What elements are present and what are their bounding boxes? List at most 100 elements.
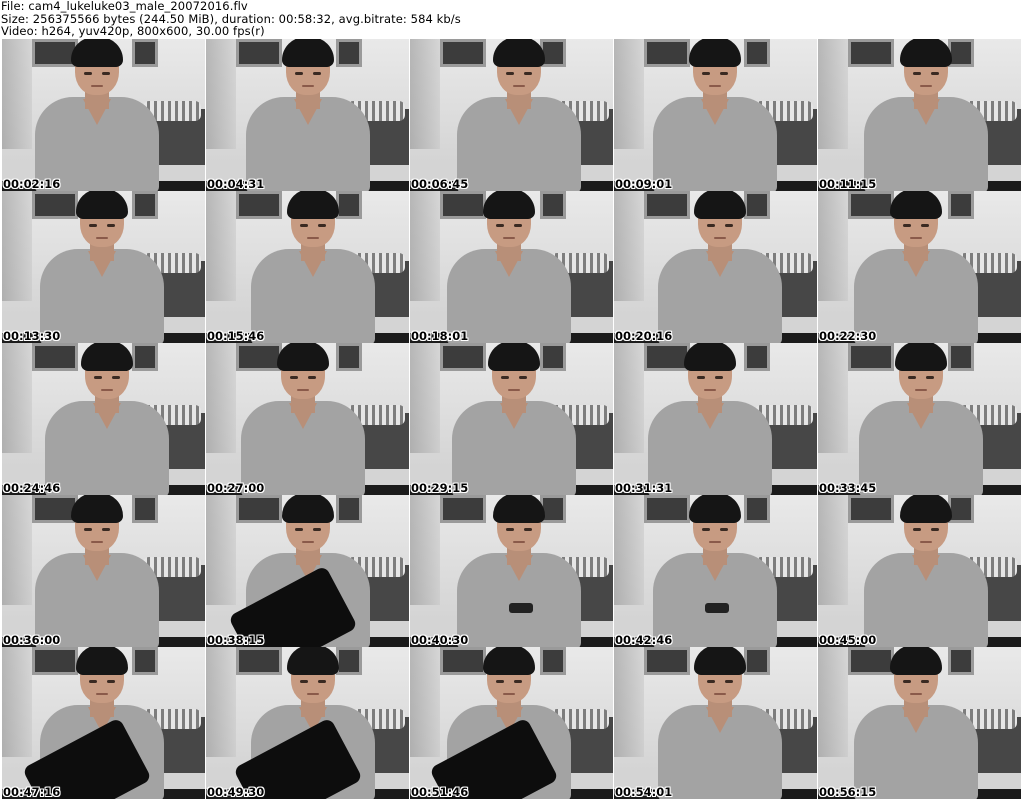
black-cap	[688, 39, 741, 67]
eye	[312, 72, 321, 75]
eye	[696, 376, 705, 379]
window	[644, 191, 690, 219]
wall-shadow	[614, 191, 644, 301]
thumbnail-timestamp: 00:15:46	[207, 329, 265, 343]
black-cap	[75, 647, 128, 675]
eye	[518, 376, 527, 379]
mouth	[914, 389, 927, 391]
window	[336, 495, 362, 523]
window	[948, 343, 974, 371]
eye	[719, 72, 728, 75]
window	[540, 191, 566, 219]
window	[644, 495, 690, 523]
v-neck	[906, 403, 935, 429]
window	[540, 343, 566, 371]
wall-shadow	[818, 39, 848, 149]
eye	[294, 72, 303, 75]
window	[440, 39, 486, 67]
black-cap	[276, 343, 329, 371]
thumbnail-timestamp: 00:56:15	[819, 785, 877, 799]
v-neck	[700, 99, 729, 125]
window	[744, 343, 770, 371]
v-neck	[901, 251, 930, 277]
eye	[101, 72, 110, 75]
window	[744, 39, 770, 67]
black-cap	[286, 191, 339, 219]
thumbnail-timestamp: 00:47:16	[3, 785, 61, 799]
black-cap	[693, 191, 746, 219]
video-thumbnail: 00:56:15	[818, 647, 1021, 799]
mouth	[919, 85, 932, 87]
thumbnail-timestamp: 00:38:15	[207, 633, 265, 647]
thumbnail-grid: 00:02:16 00:04:31 00:06:45 00:09:01 00:11:15…	[2, 39, 1022, 799]
black-cap	[899, 39, 952, 67]
wall-shadow	[410, 495, 440, 605]
video-thumbnail: 00:15:46	[206, 191, 409, 343]
mouth	[95, 693, 108, 695]
wall-shadow	[2, 647, 32, 757]
black-cap	[688, 495, 741, 523]
thumbnail-timestamp: 00:11:15	[819, 177, 877, 191]
video-thumbnail: 00:40:30	[410, 495, 613, 647]
phone	[508, 603, 533, 613]
mouth	[713, 237, 726, 239]
window	[440, 191, 486, 219]
eye	[706, 224, 715, 227]
black-cap	[70, 495, 123, 523]
mouth	[502, 693, 515, 695]
eye	[88, 224, 97, 227]
video-thumbnail: 00:24:46	[2, 343, 205, 495]
wall-shadow	[614, 647, 644, 757]
video-thumbnail: 00:38:15	[206, 495, 409, 647]
eye	[513, 680, 522, 683]
wall-shadow	[410, 39, 440, 149]
thumbnail-timestamp: 00:42:46	[615, 633, 673, 647]
mouth	[713, 693, 726, 695]
window	[948, 191, 974, 219]
wall-shadow	[206, 495, 236, 605]
window	[132, 343, 158, 371]
eye	[930, 72, 939, 75]
video-info-line: Video: h264, yuv420p, 800x600, 30.00 fps…	[1, 24, 265, 39]
wall-shadow	[410, 343, 440, 453]
eye	[495, 680, 504, 683]
window	[848, 495, 894, 523]
eye	[925, 376, 934, 379]
window	[848, 191, 894, 219]
window	[236, 495, 282, 523]
thumbnail-timestamp: 00:36:00	[3, 633, 61, 647]
wall-shadow	[818, 343, 848, 453]
eye	[724, 224, 733, 227]
video-thumbnail: 00:45:00	[818, 495, 1021, 647]
video-thumbnail: 00:29:15	[410, 343, 613, 495]
eye	[902, 224, 911, 227]
mouth	[512, 85, 525, 87]
eye	[83, 528, 92, 531]
eye	[88, 680, 97, 683]
v-neck	[288, 403, 317, 429]
mouth	[100, 389, 113, 391]
video-thumbnail: 00:22:30	[818, 191, 1021, 343]
wall-shadow	[818, 191, 848, 301]
window	[948, 39, 974, 67]
eye	[299, 680, 308, 683]
window	[440, 343, 486, 371]
eye	[907, 376, 916, 379]
eye	[106, 680, 115, 683]
black-cap	[683, 343, 736, 371]
video-thumbnail: 00:49:30	[206, 647, 409, 799]
wall-shadow	[410, 647, 440, 757]
v-neck	[82, 99, 111, 125]
mouth	[909, 237, 922, 239]
video-thumbnail: 00:13:30	[2, 191, 205, 343]
v-neck	[298, 251, 327, 277]
black-cap	[482, 191, 535, 219]
wall-shadow	[614, 495, 644, 605]
window	[32, 191, 78, 219]
black-cap	[80, 343, 133, 371]
wall-shadow	[2, 39, 32, 149]
thumbnail-timestamp: 00:24:46	[3, 481, 61, 495]
window	[948, 495, 974, 523]
wall-shadow	[2, 343, 32, 453]
black-cap	[286, 647, 339, 675]
